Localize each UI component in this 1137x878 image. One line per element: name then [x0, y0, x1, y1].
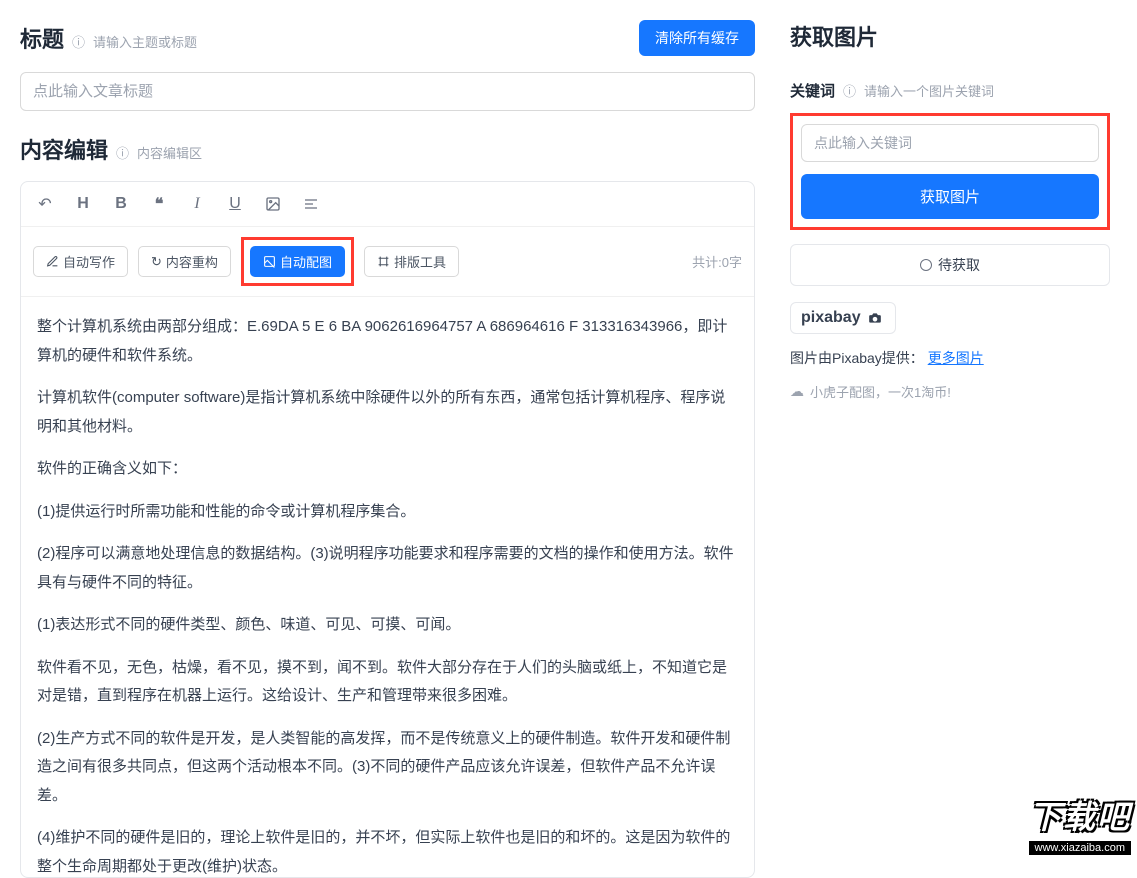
watermark: 下载吧 www.xiazaiba.com [1029, 792, 1131, 856]
italic-icon[interactable]: I [185, 192, 209, 216]
content-p7: 软件看不见，无色，枯燥，看不见，摸不到，闻不到。软件大部分存在于人们的头脑或纸上… [37, 654, 738, 711]
content-p5: (2)程序可以满意地处理信息的数据结构。(3)说明程序功能要求和程序需要的文档的… [37, 540, 738, 597]
credit-text: 图片由Pixabay提供： 更多图片 [790, 348, 1110, 368]
editor-hint: 内容编辑区 [137, 143, 202, 162]
restructure-label: 内容重构 [166, 252, 218, 271]
editor-card: ↶ H B ❝ I U 自动写作 ↻ 内 [20, 181, 755, 878]
circle-icon [920, 259, 932, 271]
content-p6: (1)表达形式不同的硬件类型、颜色、味道、可见、可摸、可闻。 [37, 611, 738, 640]
pixabay-logo: pixabay [790, 302, 896, 334]
editor-section-label: 内容编辑 [20, 133, 108, 165]
undo-icon[interactable]: ↶ [33, 192, 57, 216]
editor-content[interactable]: 整个计算机系统由两部分组成：E.69DA 5 E 6 BA 9062616964… [21, 297, 754, 877]
info-icon: ⓘ [72, 32, 85, 51]
highlight-auto-image: 自动配图 [241, 237, 354, 286]
content-p2: 计算机软件(computer software)是指计算机系统中除硬件以外的所有… [37, 384, 738, 441]
info-icon: ⓘ [116, 143, 129, 162]
info-icon: ⓘ [843, 81, 856, 100]
credit-prefix: 图片由Pixabay提供： [790, 350, 924, 366]
title-section-label: 标题 [20, 22, 64, 54]
pending-status[interactable]: 待获取 [790, 244, 1110, 286]
watermark-top: 下载吧 [1029, 792, 1131, 838]
layout-tool-label: 排版工具 [394, 252, 446, 271]
get-image-button[interactable]: 获取图片 [801, 174, 1099, 219]
keyword-label: 关键词 [790, 80, 835, 101]
pending-label: 待获取 [938, 255, 980, 275]
restructure-button[interactable]: ↻ 内容重构 [138, 246, 231, 277]
keyword-input[interactable] [801, 124, 1099, 162]
auto-write-button[interactable]: 自动写作 [33, 246, 128, 277]
layout-tool-button[interactable]: 排版工具 [364, 246, 459, 277]
watermark-bottom: www.xiazaiba.com [1029, 841, 1131, 855]
word-count: 共计:0字 [692, 252, 742, 271]
auto-write-label: 自动写作 [63, 252, 115, 271]
tip-text: ☁ 小虎子配图，一次1淘币! [790, 382, 1110, 401]
toolbar-actions: 自动写作 ↻ 内容重构 自动配图 排版工具 共计:0字 [21, 227, 754, 297]
quote-icon[interactable]: ❝ [147, 192, 171, 216]
clear-cache-button[interactable]: 清除所有缓存 [639, 20, 755, 56]
tip-label: 小虎子配图，一次1淘币! [810, 382, 951, 401]
content-p1: 整个计算机系统由两部分组成：E.69DA 5 E 6 BA 9062616964… [37, 313, 738, 370]
heading-icon[interactable]: H [71, 192, 95, 216]
pixabay-text: pixabay [801, 309, 861, 327]
get-image-title: 获取图片 [790, 20, 1110, 52]
content-p4: (1)提供运行时所需功能和性能的命令或计算机程序集合。 [37, 498, 738, 527]
toolbar-formatting: ↶ H B ❝ I U [21, 182, 754, 227]
keyword-hint: 请输入一个图片关键词 [864, 81, 994, 100]
content-p3: 软件的正确含义如下： [37, 455, 738, 484]
more-images-link[interactable]: 更多图片 [928, 350, 984, 366]
article-title-input[interactable] [20, 72, 755, 111]
align-icon[interactable] [299, 192, 323, 216]
highlight-keyword-box: 获取图片 [790, 113, 1110, 230]
image-icon[interactable] [261, 192, 285, 216]
bold-icon[interactable]: B [109, 192, 133, 216]
title-hint: 请输入主题或标题 [93, 32, 197, 51]
camera-icon [865, 311, 885, 325]
underline-icon[interactable]: U [223, 192, 247, 216]
auto-image-button[interactable]: 自动配图 [250, 246, 345, 277]
content-p9: (4)维护不同的硬件是旧的，理论上软件是旧的，并不坏，但实际上软件也是旧的和坏的… [37, 824, 738, 877]
cloud-icon: ☁ [790, 383, 804, 400]
content-p8: (2)生产方式不同的软件是开发，是人类智能的高发挥，而不是传统意义上的硬件制造。… [37, 725, 738, 811]
auto-image-label: 自动配图 [280, 252, 332, 271]
